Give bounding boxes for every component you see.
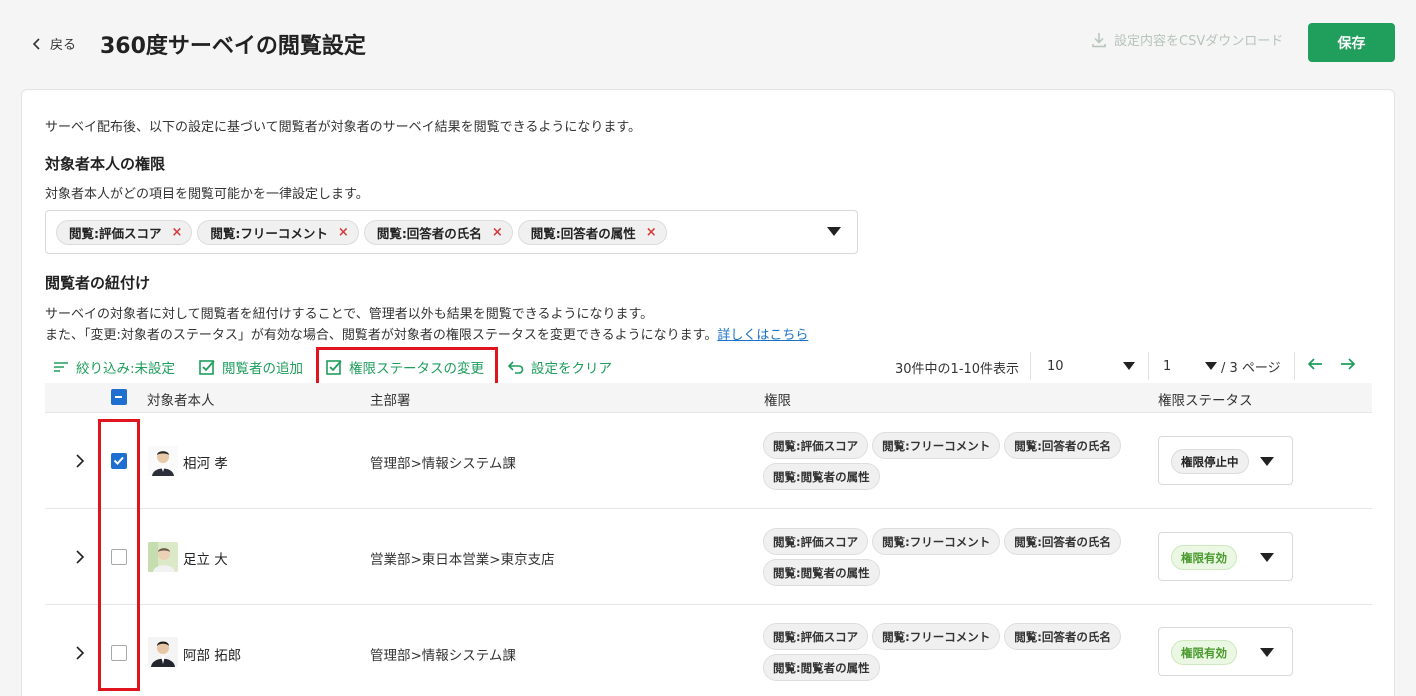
csv-download-label: 設定内容をCSVダウンロード <box>1114 34 1284 49</box>
back-button[interactable]: 戻る <box>30 34 76 53</box>
permission-chip: 閲覧:回答者の氏名 <box>1004 623 1121 650</box>
self-section-title: 対象者本人の権限 <box>45 155 166 173</box>
permission-chip: 閲覧:評価スコア <box>763 623 869 650</box>
csv-download-button[interactable]: 設定内容をCSVダウンロード <box>1090 30 1283 49</box>
column-header-status: 権限ステータス <box>1158 393 1253 409</box>
status-select[interactable]: 権限停止中 <box>1158 436 1293 485</box>
target-dept: 営業部>東日本営業>東京支店 <box>370 552 555 568</box>
dropdown-arrow-icon[interactable] <box>827 227 841 236</box>
status-badge: 権限停止中 <box>1171 449 1249 474</box>
permission-chip: 閲覧:閲覧者の属性 <box>763 463 880 490</box>
select-all-checkbox[interactable] <box>111 389 127 405</box>
status-select[interactable]: 権限有効 <box>1158 532 1293 581</box>
permission-chip: 閲覧:回答者の氏名 <box>1004 528 1121 555</box>
status-badge: 権限有効 <box>1171 545 1237 570</box>
divider <box>1030 352 1031 380</box>
remove-icon[interactable]: × <box>172 225 183 240</box>
permission-chip: 閲覧:閲覧者の属性 <box>763 559 880 586</box>
permission-chip: 閲覧:閲覧者の属性 <box>763 654 880 681</box>
column-header-dept: 主部署 <box>370 393 411 409</box>
save-button[interactable]: 保存 <box>1308 23 1395 62</box>
page-select[interactable]: 1 / 3 ページ <box>1163 350 1288 382</box>
prev-page-button[interactable] <box>1306 355 1326 377</box>
dropdown-arrow-icon <box>1205 362 1217 370</box>
avatar <box>148 446 178 476</box>
download-icon <box>1092 32 1106 47</box>
permission-chip: 閲覧:回答者の属性 × <box>517 219 667 245</box>
permission-chip: 閲覧:評価スコア × <box>56 219 193 245</box>
column-header-target: 対象者本人 <box>147 393 215 409</box>
arrow-right-icon <box>1341 358 1356 370</box>
chevron-right-icon[interactable] <box>74 549 86 565</box>
clear-settings-button[interactable]: 設定をクリア <box>507 357 612 377</box>
record-count: 30件中の1-10件表示 <box>895 362 1020 377</box>
next-page-button[interactable] <box>1339 355 1359 377</box>
dropdown-arrow-icon <box>1123 362 1135 370</box>
self-section-description: 対象者本人がどの項目を閲覧可能かを一律設定します。 <box>45 187 369 202</box>
remove-icon[interactable]: × <box>646 225 657 240</box>
avatar <box>148 542 178 572</box>
permission-chip: 閲覧:フリーコメント × <box>197 219 359 245</box>
permission-chip: 閲覧:フリーコメント <box>872 528 1001 555</box>
target-dept: 管理部>情報システム課 <box>370 456 516 472</box>
status-badge: 権限有効 <box>1171 640 1237 665</box>
status-select[interactable]: 権限有効 <box>1158 627 1293 676</box>
avatar <box>148 637 178 667</box>
filter-button[interactable]: 絞り込み:未設定 <box>52 357 175 377</box>
arrow-left-icon <box>1307 358 1322 370</box>
permission-chip: 閲覧:フリーコメント <box>872 623 1001 650</box>
learn-more-link[interactable]: 詳しくはこちら <box>717 328 808 343</box>
chevron-right-icon[interactable] <box>74 453 86 469</box>
self-permission-select[interactable]: 閲覧:評価スコア × 閲覧:フリーコメント × 閲覧:回答者の氏名 × 閲覧:回答者の… <box>45 210 858 254</box>
chevron-left-icon <box>32 37 40 50</box>
dropdown-arrow-icon <box>1260 457 1274 466</box>
per-page-select[interactable]: 10 <box>1047 350 1135 382</box>
permission-chip: 閲覧:回答者の氏名 × <box>363 219 513 245</box>
dropdown-arrow-icon <box>1260 648 1274 657</box>
column-header-permission: 権限 <box>764 393 791 409</box>
target-name: 阿部 拓郎 <box>183 648 242 664</box>
highlight-frame <box>98 419 140 691</box>
dropdown-arrow-icon <box>1260 553 1274 562</box>
checkbox-edit-icon <box>199 360 215 375</box>
target-name: 相河 孝 <box>183 456 228 472</box>
back-label: 戻る <box>50 38 77 53</box>
page-title: 360度サーベイの閲覧設定 <box>100 34 366 59</box>
remove-icon[interactable]: × <box>338 225 349 240</box>
target-dept: 管理部>情報システム課 <box>370 648 516 664</box>
permission-chip: 閲覧:回答者の氏名 <box>1004 432 1121 459</box>
row-divider <box>45 508 1372 509</box>
permission-chip: 閲覧:フリーコメント <box>872 432 1001 459</box>
intro-text: サーベイ配布後、以下の設定に基づいて閲覧者が対象者のサーベイ結果を閲覧できるよう… <box>45 120 642 135</box>
permission-chip: 閲覧:評価スコア <box>763 432 869 459</box>
permission-chip: 閲覧:評価スコア <box>763 528 869 555</box>
viewer-section-description-1: サーベイの対象者に対して閲覧者を紐付けすることで、管理者以外も結果を閲覧できるよ… <box>45 307 654 322</box>
permission-list: 閲覧:評価スコア 閲覧:フリーコメント 閲覧:回答者の氏名 閲覧:閲覧者の属性 <box>763 432 1135 490</box>
permission-list: 閲覧:評価スコア 閲覧:フリーコメント 閲覧:回答者の氏名 閲覧:閲覧者の属性 <box>763 528 1135 586</box>
divider <box>1294 352 1295 380</box>
add-viewer-button[interactable]: 閲覧者の追加 <box>198 357 303 377</box>
undo-icon <box>507 361 524 374</box>
viewer-section-title: 閲覧者の紐付け <box>45 274 151 292</box>
row-divider <box>45 604 1372 605</box>
viewer-section-description-2: また、「変更:対象者のステータス」が有効な場合、閲覧者が対象者の権限ステータスを… <box>45 328 809 343</box>
target-name: 足立 大 <box>183 552 228 568</box>
permission-list: 閲覧:評価スコア 閲覧:フリーコメント 閲覧:回答者の氏名 閲覧:閲覧者の属性 <box>763 623 1135 681</box>
filter-icon <box>54 362 68 372</box>
chevron-right-icon[interactable] <box>74 645 86 661</box>
remove-icon[interactable]: × <box>492 225 503 240</box>
divider <box>1148 352 1149 380</box>
